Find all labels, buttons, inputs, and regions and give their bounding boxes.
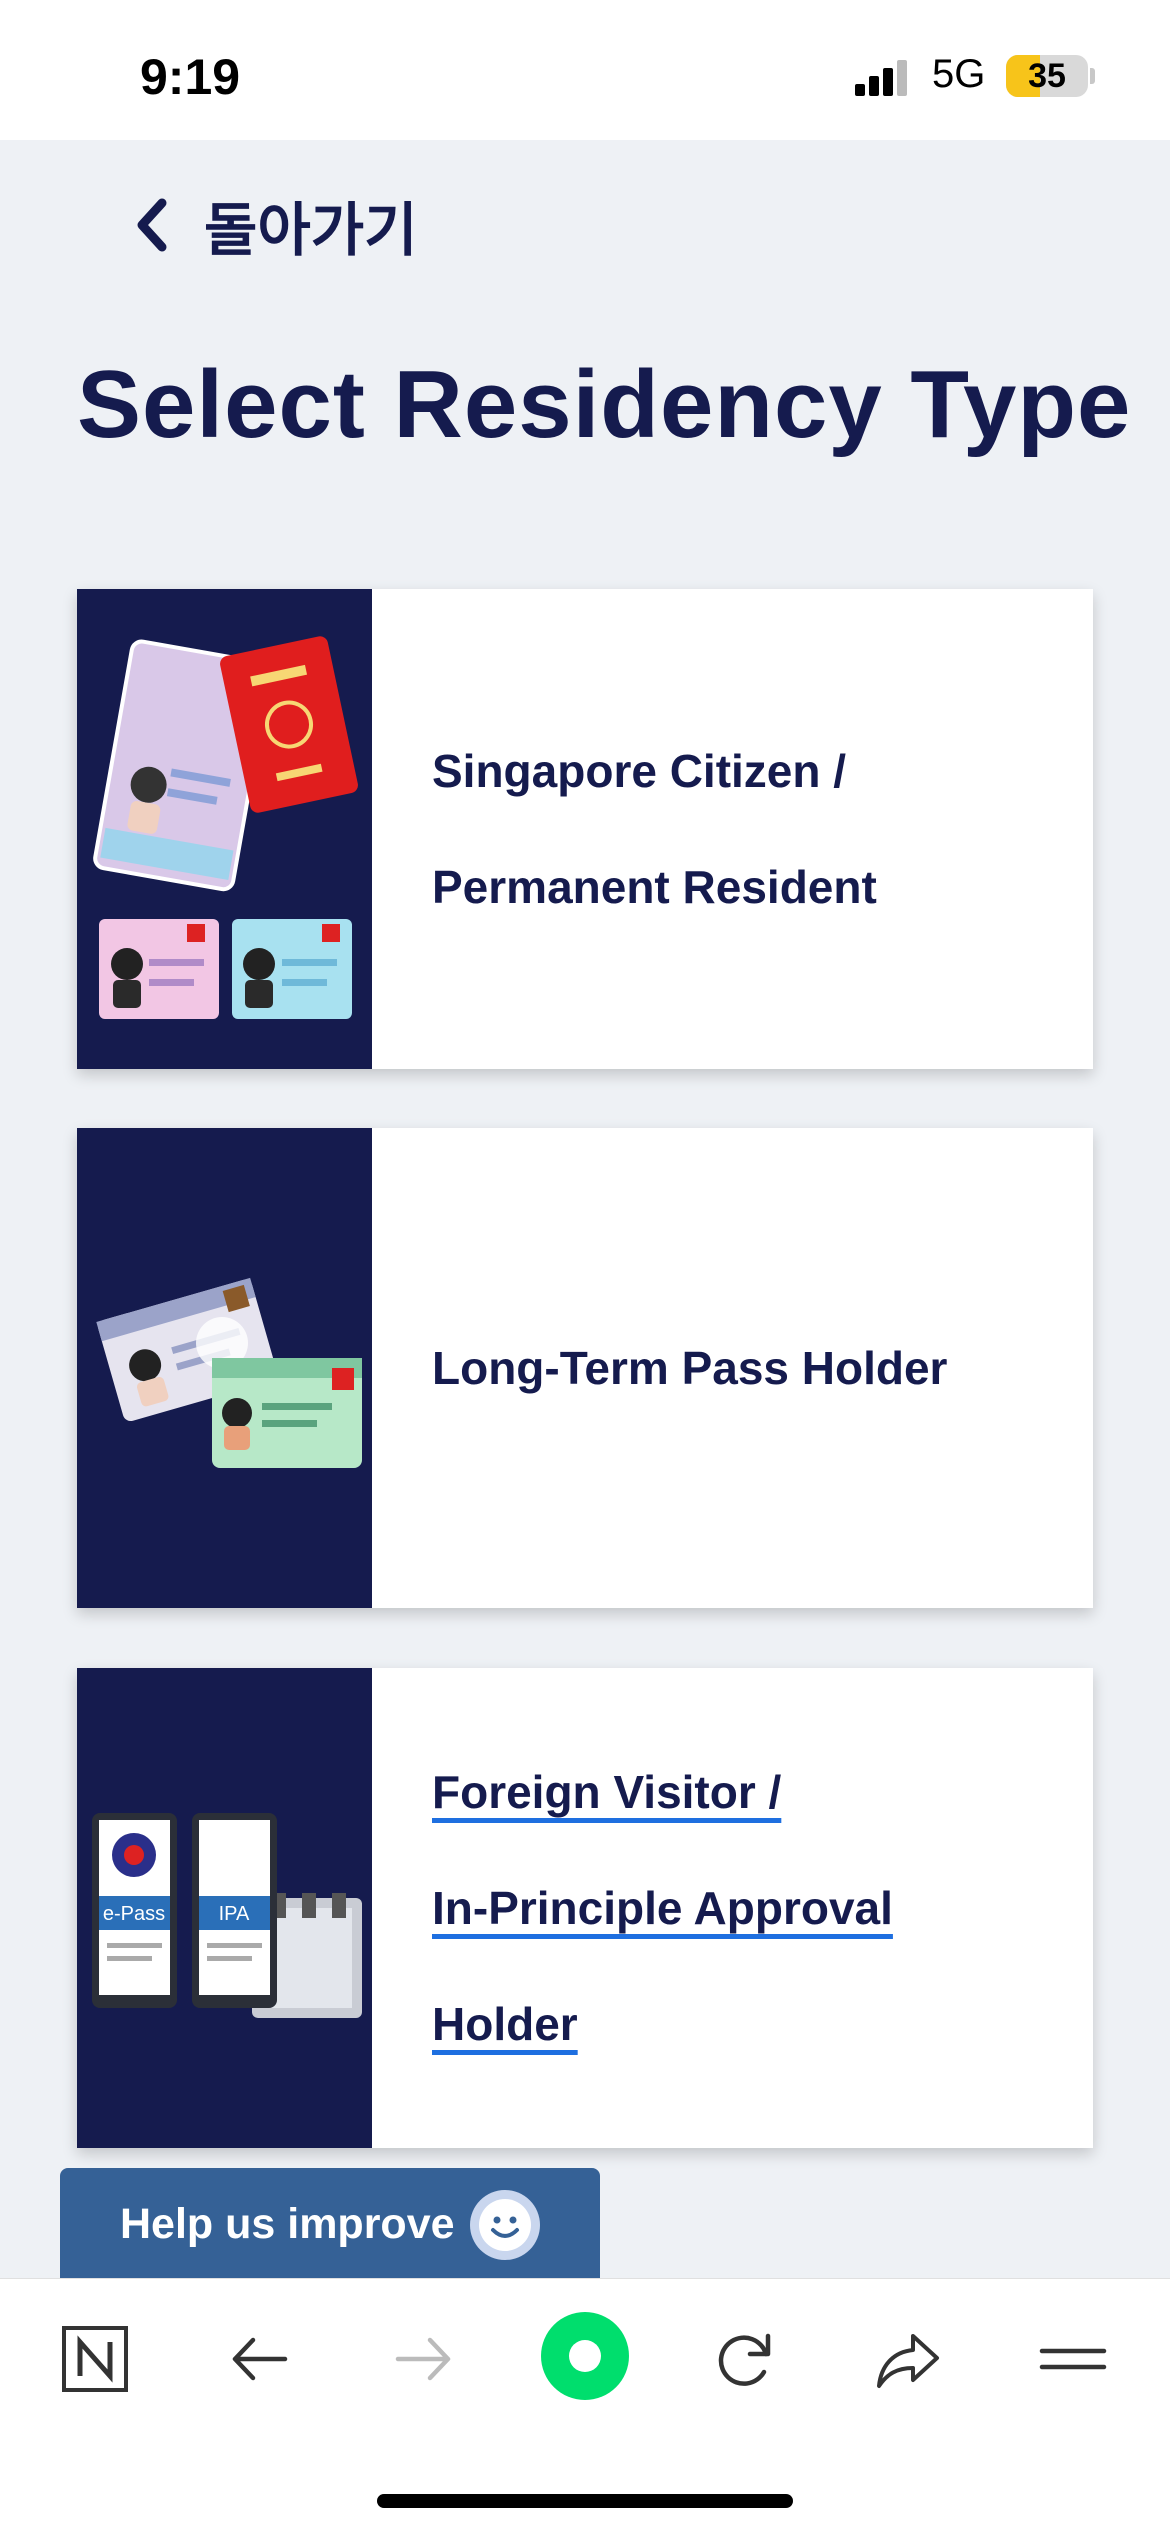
card-title-line: In-Principle Approval xyxy=(432,1882,893,1934)
e-pass-label: e-Pass xyxy=(103,1903,165,1925)
smiley-icon xyxy=(470,2190,540,2260)
back-label: 돌아가기 xyxy=(204,196,418,264)
share-icon[interactable] xyxy=(868,2319,948,2399)
reload-icon[interactable] xyxy=(705,2319,785,2399)
pass-cards-image xyxy=(77,1128,372,1608)
card-title-line: Singapore Citizen / xyxy=(432,745,847,797)
signal-icon xyxy=(855,58,915,96)
status-time: 9:19 xyxy=(140,49,241,105)
e-pass-ipa-image: e-Pass IPA xyxy=(77,1668,372,2148)
card-title-line: Long-Term Pass Holder xyxy=(432,1342,948,1394)
long-term-pass-card[interactable]: Long-Term Pass Holder xyxy=(77,1128,1093,1608)
card-title-line: Foreign Visitor / xyxy=(432,1766,782,1818)
citizen-pr-card[interactable]: Singapore Citizen / Permanent Resident xyxy=(77,589,1093,1069)
card-title-line: Permanent Resident xyxy=(432,861,877,913)
back-arrow-icon[interactable] xyxy=(220,2319,300,2399)
ipa-label: IPA xyxy=(219,1903,250,1925)
page-title: Select Residency Type xyxy=(77,351,1132,458)
menu-icon[interactable] xyxy=(1033,2319,1113,2399)
back-link[interactable]: 돌아가기 xyxy=(130,185,417,265)
network-label: 5G xyxy=(932,52,986,96)
chevron-left-icon xyxy=(137,198,167,252)
forward-arrow-icon[interactable] xyxy=(383,2319,463,2399)
home-circle-icon[interactable] xyxy=(540,2311,630,2401)
status-bar: 9:19 5G 35 xyxy=(0,0,1170,140)
passport-ic-image xyxy=(77,589,372,1069)
battery-icon: 35 xyxy=(1006,55,1088,97)
card-title-line: Holder xyxy=(432,1998,578,2050)
foreign-visitor-card[interactable]: e-Pass IPA Foreign Visitor / In-Principl… xyxy=(77,1668,1093,2148)
battery-level: 35 xyxy=(1028,57,1066,95)
help-label: Help us improve xyxy=(120,2199,455,2248)
help-us-improve-button[interactable]: Help us improve xyxy=(60,2168,600,2280)
home-indicator xyxy=(377,2494,793,2508)
naver-icon[interactable] xyxy=(55,2319,135,2399)
